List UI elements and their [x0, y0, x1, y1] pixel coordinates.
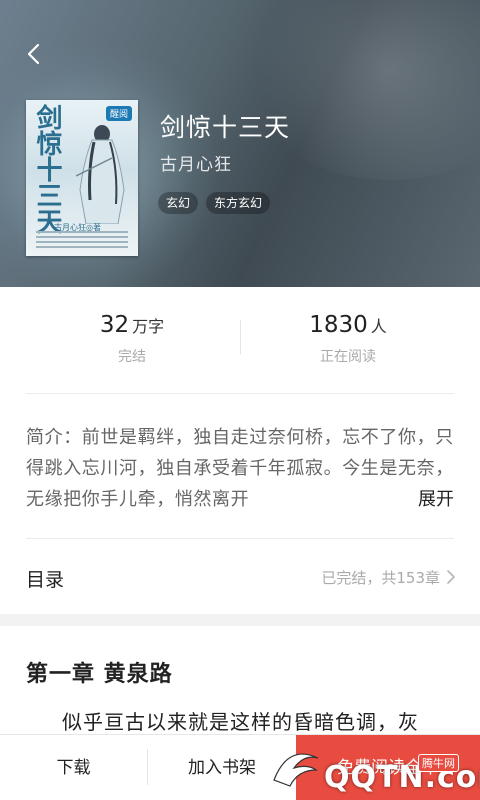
tag-xuanhuan[interactable]: 玄幻 — [158, 192, 199, 214]
book-header: 剑惊十三天 醒阅 古月心狂◎著 剑惊十三天 古月心狂 玄幻 东方玄幻 — [0, 0, 480, 287]
cover-title: 剑惊十三天 — [32, 104, 62, 234]
chevron-right-icon — [447, 570, 455, 584]
book-detail-page: 剑惊十三天 醒阅 古月心狂◎著 剑惊十三天 古月心狂 玄幻 东方玄幻 32万字 — [0, 0, 480, 800]
site-watermark: QQTN.com 腾牛网 — [268, 738, 480, 800]
cover-figure-illustration — [75, 125, 125, 224]
word-count-unit: 万字 — [132, 317, 165, 336]
tag-dongfang-xuanhuan[interactable]: 东方玄幻 — [206, 192, 271, 214]
divider — [26, 393, 454, 394]
expand-synopsis-button[interactable]: 展开 — [384, 484, 454, 515]
book-author[interactable]: 古月心狂 — [160, 150, 232, 175]
toc-label: 目录 — [26, 569, 65, 591]
reader-count-unit: 人 — [370, 317, 387, 336]
reading-now-label: 正在阅读 — [320, 349, 376, 365]
chapter-text: 似乎亘古以来就是这样的昏暗色调，灰 — [62, 710, 419, 734]
completion-status: 完结 — [118, 349, 146, 365]
back-button[interactable] — [22, 40, 50, 68]
watermark-logo-icon — [273, 753, 319, 787]
word-count-stat: 32 万字 完结 — [12, 312, 252, 366]
chevron-left-icon — [27, 43, 40, 65]
book-info-card: 32 万字 完结 1830 人 正在阅读 简介：前世是羁绊，独自走过奈何桥，忘不了你… — [0, 287, 480, 614]
tag-list: 玄幻 东方玄幻 — [158, 192, 271, 214]
cover-publisher-badge: 醒阅 — [105, 106, 132, 121]
watermark-badge: 腾牛网 — [418, 754, 459, 772]
download-button[interactable]: 下载 — [0, 735, 147, 800]
cover-blurb-lines — [36, 228, 128, 248]
reader-count-value: 1830 — [309, 312, 368, 338]
word-count-value: 32 — [99, 312, 130, 338]
book-cover[interactable]: 剑惊十三天 醒阅 古月心狂◎著 — [26, 100, 138, 256]
toc-status: 已完结，共153章 — [321, 569, 440, 587]
chapter-title: 第一章 黄泉路 — [26, 662, 173, 687]
reader-count-stat: 1830 人 正在阅读 — [228, 312, 468, 366]
table-of-contents-row[interactable]: 目录 已完结，共153章 — [0, 539, 480, 614]
book-title: 剑惊十三天 — [160, 113, 291, 142]
